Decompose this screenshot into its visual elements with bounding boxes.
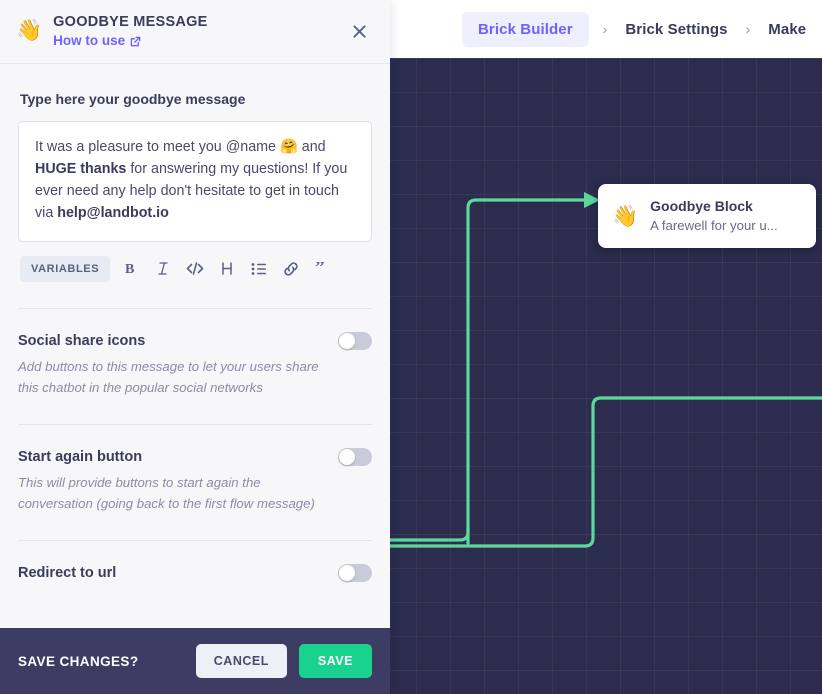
format-toolbar: VARIABLES B ” <box>18 255 372 282</box>
connector-lines <box>390 192 822 548</box>
how-to-use-row[interactable]: How to use <box>53 33 346 49</box>
message-input[interactable]: It was a pleasure to meet you @name 🤗 an… <box>18 121 372 242</box>
waving-hand-icon: 👋 <box>16 19 43 42</box>
save-button[interactable]: SAVE <box>298 644 372 678</box>
setting-title: Redirect to url <box>18 564 117 581</box>
toggle-knob <box>339 448 355 465</box>
toggle-start-again-button[interactable] <box>338 447 372 466</box>
panel-title-group: GOODBYE MESSAGE How to use <box>53 13 346 49</box>
breadcrumb-separator: › <box>745 21 751 37</box>
svg-text:”: ” <box>315 262 325 276</box>
setting-header: Social share icons <box>18 331 372 351</box>
external-link-icon[interactable] <box>130 36 141 47</box>
svg-text:B: B <box>125 262 134 276</box>
flow-block-goodbye[interactable]: 👋 Goodbye Block A farewell for your u... <box>598 184 816 248</box>
breadcrumb-item-make[interactable]: Make <box>764 12 810 47</box>
setting-header: Redirect to url <box>18 563 372 583</box>
cancel-button[interactable]: CANCEL <box>195 644 287 678</box>
setting-description: Add buttons to this message to let your … <box>18 359 319 395</box>
close-icon[interactable] <box>346 19 372 45</box>
toggle-social-share-icons[interactable] <box>338 331 372 350</box>
toggle-knob <box>339 332 355 349</box>
flow-block-texts: Goodbye Block A farewell for your u... <box>650 197 778 235</box>
hugging-face-emoji: 🤗 <box>279 139 298 155</box>
breadcrumb-item-brick-settings[interactable]: Brick Settings <box>621 12 731 47</box>
panel-header: 👋 GOODBYE MESSAGE How to use <box>0 0 390 64</box>
toggle-redirect-to-url[interactable] <box>338 563 372 582</box>
code-icon[interactable] <box>184 258 206 280</box>
setting-title: Social share icons <box>18 332 146 349</box>
setting-header: Start again button <box>18 447 372 467</box>
heading-icon[interactable] <box>216 258 238 280</box>
message-bold-2: help@landbot.io <box>57 205 169 222</box>
breadcrumb-item-brick-builder[interactable]: Brick Builder <box>462 11 589 47</box>
breadcrumb-separator: › <box>602 21 608 37</box>
italic-icon[interactable] <box>152 258 174 280</box>
setting-title: Start again button <box>18 448 143 465</box>
message-field-label: Type here your goodbye message <box>20 91 246 107</box>
setting-redirect-to-url: Redirect to url <box>18 541 372 583</box>
setting-social-share-icons: Social share icons Add buttons to this m… <box>18 309 372 398</box>
page-title: GOODBYE MESSAGE <box>53 14 208 31</box>
flow-block-title: Goodbye Block <box>650 198 753 214</box>
how-to-use-link[interactable]: How to use <box>53 33 125 49</box>
save-changes-label: SAVE CHANGES? <box>18 653 139 669</box>
link-icon[interactable] <box>280 258 302 280</box>
toggle-knob <box>339 564 355 581</box>
flow-block-subtitle: A farewell for your u... <box>650 218 778 234</box>
message-bold-1: HUGE thanks <box>35 161 127 178</box>
goodbye-message-panel: 👋 GOODBYE MESSAGE How to use Type here y… <box>0 0 390 694</box>
message-text: It was a pleasure to meet you @name 🤗 an… <box>35 136 355 225</box>
quote-icon[interactable]: ” <box>312 258 334 280</box>
bullet-list-icon[interactable] <box>248 258 270 280</box>
setting-start-again-button: Start again button This will provide but… <box>18 425 372 514</box>
waving-hand-icon: 👋 <box>612 204 639 228</box>
variables-button[interactable]: VARIABLES <box>20 255 111 282</box>
bold-icon[interactable]: B <box>120 258 142 280</box>
flow-canvas[interactable]: 👋 Goodbye Block A farewell for your u... <box>390 58 822 694</box>
message-part-2: and <box>297 139 326 155</box>
panel-body: Type here your goodbye message It was a … <box>0 64 390 628</box>
save-changes-bar: SAVE CHANGES? CANCEL SAVE <box>0 628 390 694</box>
setting-description: This will provide buttons to start again… <box>18 475 315 511</box>
message-part-1: It was a pleasure to meet you @name <box>35 139 280 155</box>
breadcrumb: Brick Builder › Brick Settings › Make <box>462 0 810 58</box>
